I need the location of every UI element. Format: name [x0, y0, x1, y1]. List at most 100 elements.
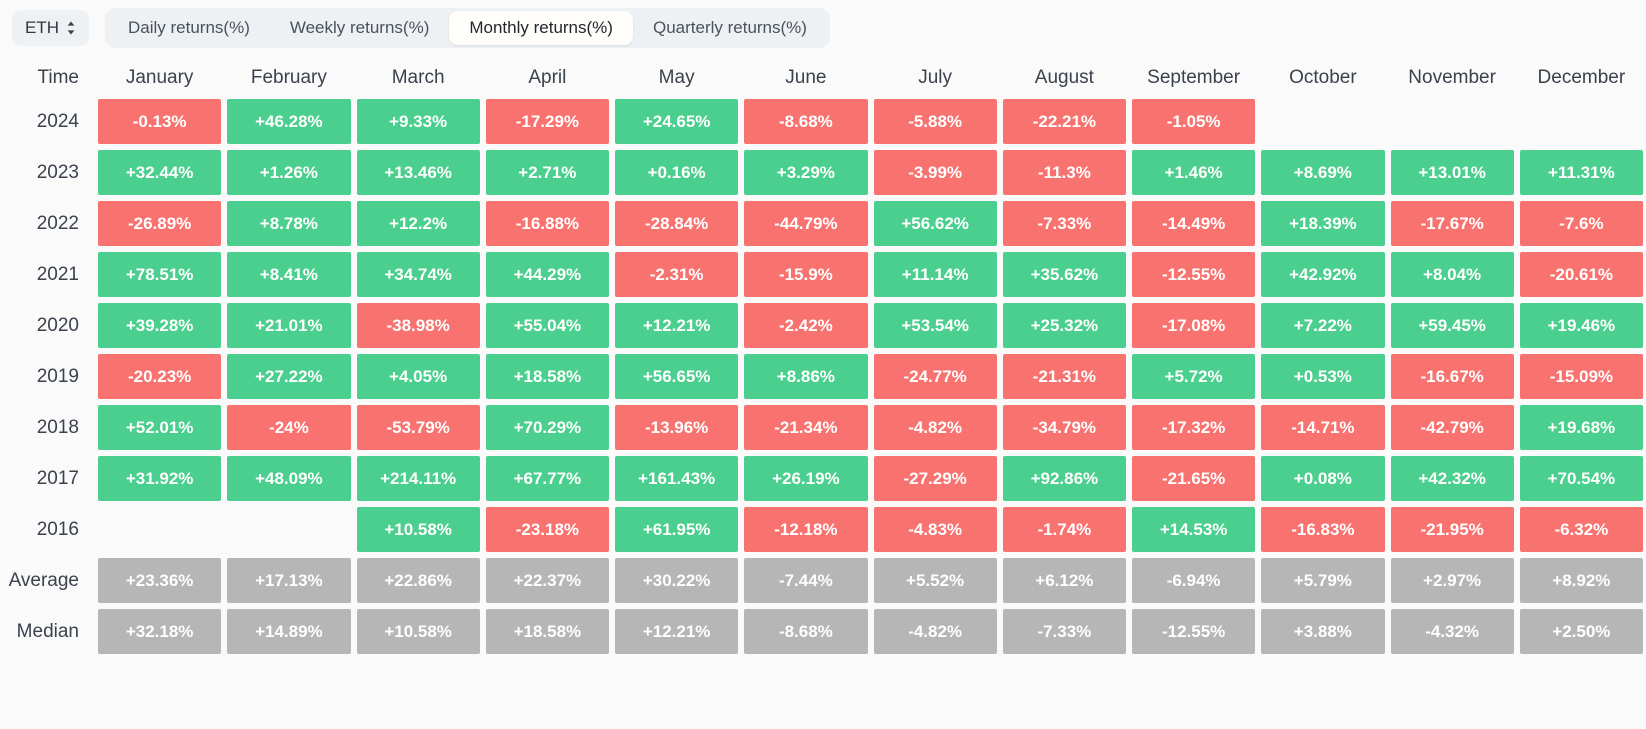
return-cell[interactable]: +12.21%	[615, 609, 739, 654]
return-cell[interactable]: +8.92%	[1519, 558, 1643, 603]
return-cell[interactable]: +22.86%	[356, 558, 480, 603]
return-cell[interactable]: -21.65%	[1132, 456, 1256, 501]
return-cell[interactable]: +214.11%	[356, 456, 480, 501]
return-cell[interactable]: +10.58%	[356, 507, 480, 552]
return-cell[interactable]: +92.86%	[1002, 456, 1126, 501]
return-cell[interactable]: +70.29%	[485, 405, 609, 450]
return-cell[interactable]: -53.79%	[356, 405, 480, 450]
return-cell[interactable]: +22.37%	[485, 558, 609, 603]
return-cell[interactable]: +30.22%	[615, 558, 739, 603]
return-cell[interactable]: -17.32%	[1132, 405, 1256, 450]
return-cell[interactable]: -7.33%	[1002, 609, 1126, 654]
return-cell[interactable]: +18.58%	[485, 354, 609, 399]
return-cell[interactable]: -17.08%	[1132, 303, 1256, 348]
return-cell[interactable]: +10.58%	[356, 609, 480, 654]
return-cell[interactable]: +11.14%	[873, 252, 997, 297]
return-cell[interactable]: -24.77%	[873, 354, 997, 399]
return-cell[interactable]: +21.01%	[227, 303, 351, 348]
return-cell[interactable]: -0.13%	[98, 99, 222, 144]
return-cell[interactable]: +4.05%	[356, 354, 480, 399]
return-cell[interactable]: +44.29%	[485, 252, 609, 297]
return-cell[interactable]: -12.55%	[1132, 609, 1256, 654]
return-cell[interactable]: +23.36%	[98, 558, 222, 603]
return-cell[interactable]: -2.42%	[744, 303, 868, 348]
return-cell[interactable]: -27.29%	[873, 456, 997, 501]
return-cell[interactable]: -4.82%	[873, 405, 997, 450]
return-cell[interactable]: +56.65%	[615, 354, 739, 399]
return-cell[interactable]: +5.72%	[1132, 354, 1256, 399]
return-cell[interactable]: -6.32%	[1519, 507, 1643, 552]
return-cell[interactable]: +0.08%	[1261, 456, 1385, 501]
return-cell[interactable]: -15.09%	[1519, 354, 1643, 399]
return-cell[interactable]: -26.89%	[98, 201, 222, 246]
tab-monthly-returns[interactable]: Monthly returns(%)	[449, 11, 633, 45]
return-cell[interactable]: -1.74%	[1002, 507, 1126, 552]
return-cell[interactable]: -2.31%	[615, 252, 739, 297]
return-cell[interactable]: +25.32%	[1002, 303, 1126, 348]
return-cell[interactable]: -38.98%	[356, 303, 480, 348]
return-cell[interactable]: +24.65%	[615, 99, 739, 144]
return-cell[interactable]: -24%	[227, 405, 351, 450]
return-cell[interactable]: +48.09%	[227, 456, 351, 501]
return-cell[interactable]: -14.49%	[1132, 201, 1256, 246]
return-cell[interactable]: -17.29%	[485, 99, 609, 144]
return-cell[interactable]: -7.44%	[744, 558, 868, 603]
return-cell[interactable]: +56.62%	[873, 201, 997, 246]
return-cell[interactable]: +14.53%	[1132, 507, 1256, 552]
return-cell[interactable]: -7.33%	[1002, 201, 1126, 246]
return-cell[interactable]: -12.18%	[744, 507, 868, 552]
return-cell[interactable]: +39.28%	[98, 303, 222, 348]
return-cell[interactable]: +2.50%	[1519, 609, 1643, 654]
return-cell[interactable]: -3.99%	[873, 150, 997, 195]
return-cell[interactable]: +12.21%	[615, 303, 739, 348]
return-cell[interactable]: +8.86%	[744, 354, 868, 399]
return-cell[interactable]: +13.01%	[1390, 150, 1514, 195]
return-cell[interactable]: +3.29%	[744, 150, 868, 195]
return-cell[interactable]: -15.9%	[744, 252, 868, 297]
return-cell[interactable]: -4.83%	[873, 507, 997, 552]
return-cell[interactable]: +26.19%	[744, 456, 868, 501]
return-cell[interactable]: +55.04%	[485, 303, 609, 348]
return-cell[interactable]: -21.95%	[1390, 507, 1514, 552]
return-cell[interactable]: +161.43%	[615, 456, 739, 501]
return-cell[interactable]: +31.92%	[98, 456, 222, 501]
return-cell[interactable]: +19.46%	[1519, 303, 1643, 348]
return-cell[interactable]: -4.32%	[1390, 609, 1514, 654]
return-cell[interactable]: +7.22%	[1261, 303, 1385, 348]
return-cell[interactable]: +67.77%	[485, 456, 609, 501]
return-cell[interactable]: +9.33%	[356, 99, 480, 144]
return-cell[interactable]: +2.71%	[485, 150, 609, 195]
tab-daily-returns[interactable]: Daily returns(%)	[108, 11, 270, 45]
return-cell[interactable]: +0.53%	[1261, 354, 1385, 399]
return-cell[interactable]: -8.68%	[744, 99, 868, 144]
return-cell[interactable]: -20.61%	[1519, 252, 1643, 297]
return-cell[interactable]: +6.12%	[1002, 558, 1126, 603]
return-cell[interactable]: +0.16%	[615, 150, 739, 195]
return-cell[interactable]: -21.34%	[744, 405, 868, 450]
return-cell[interactable]: +59.45%	[1390, 303, 1514, 348]
return-cell[interactable]: +14.89%	[227, 609, 351, 654]
return-cell[interactable]: -16.88%	[485, 201, 609, 246]
return-cell[interactable]: -21.31%	[1002, 354, 1126, 399]
return-cell[interactable]: -4.82%	[873, 609, 997, 654]
return-cell[interactable]: +18.58%	[485, 609, 609, 654]
return-cell[interactable]: -11.3%	[1002, 150, 1126, 195]
return-cell[interactable]: +53.54%	[873, 303, 997, 348]
return-cell[interactable]: +46.28%	[227, 99, 351, 144]
asset-selector[interactable]: ETH	[12, 10, 89, 46]
return-cell[interactable]: +78.51%	[98, 252, 222, 297]
return-cell[interactable]: -17.67%	[1390, 201, 1514, 246]
return-cell[interactable]: -23.18%	[485, 507, 609, 552]
return-cell[interactable]: +70.54%	[1519, 456, 1643, 501]
return-cell[interactable]: +8.04%	[1390, 252, 1514, 297]
return-cell[interactable]: +5.52%	[873, 558, 997, 603]
return-cell[interactable]: -22.21%	[1002, 99, 1126, 144]
return-cell[interactable]: -20.23%	[98, 354, 222, 399]
return-cell[interactable]: +27.22%	[227, 354, 351, 399]
return-cell[interactable]: +1.46%	[1132, 150, 1256, 195]
return-cell[interactable]: +8.69%	[1261, 150, 1385, 195]
return-cell[interactable]: +8.41%	[227, 252, 351, 297]
return-cell[interactable]: +42.32%	[1390, 456, 1514, 501]
return-cell[interactable]: +32.44%	[98, 150, 222, 195]
return-cell[interactable]: -6.94%	[1132, 558, 1256, 603]
